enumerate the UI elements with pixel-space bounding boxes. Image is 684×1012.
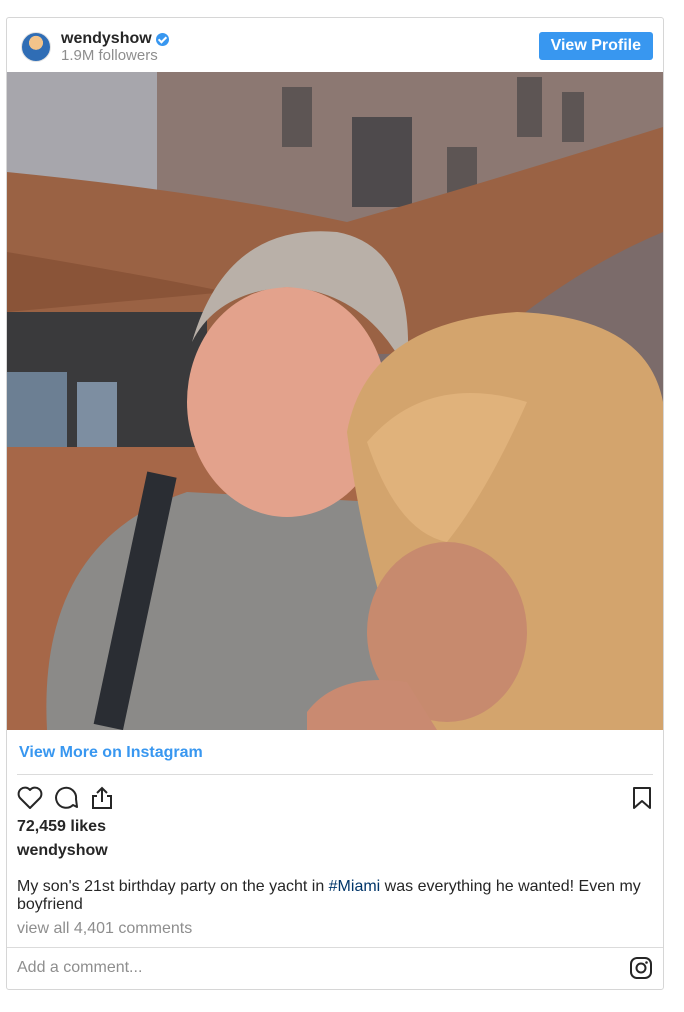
post-caption: My son's 21st birthday party on the yach…	[17, 878, 647, 914]
divider	[17, 774, 653, 775]
caption-text: My son's 21st birthday party on the yach…	[17, 878, 329, 895]
post-photo[interactable]	[7, 72, 663, 730]
comment-icon[interactable]	[53, 786, 79, 810]
view-profile-button[interactable]: View Profile	[538, 32, 653, 60]
hashtag-link[interactable]: #Miami	[329, 878, 381, 895]
view-comments-link[interactable]: view all 4,401 comments	[17, 920, 192, 938]
follower-count: 1.9M followers	[61, 47, 158, 64]
action-bar	[17, 786, 653, 812]
divider	[7, 947, 663, 948]
heart-icon[interactable]	[17, 786, 43, 810]
instagram-icon[interactable]	[629, 956, 653, 980]
post-owner[interactable]: wendyshow	[17, 842, 108, 860]
verified-badge-icon	[155, 32, 169, 46]
bookmark-icon[interactable]	[631, 786, 653, 810]
like-count[interactable]: 72,459 likes	[17, 818, 106, 836]
post-photo-illustration	[7, 72, 663, 730]
profile-avatar[interactable]	[21, 32, 51, 62]
username[interactable]: wendyshow	[61, 30, 152, 48]
username-row: wendyshow	[61, 30, 169, 48]
post-header: wendyshow 1.9M followers View Profile	[7, 18, 663, 72]
view-more-link[interactable]: View More on Instagram	[19, 744, 203, 762]
add-comment-input[interactable]: Add a comment...	[17, 959, 142, 977]
share-icon[interactable]	[89, 786, 115, 810]
instagram-embed-card: wendyshow 1.9M followers View Profile Vi…	[6, 17, 664, 990]
